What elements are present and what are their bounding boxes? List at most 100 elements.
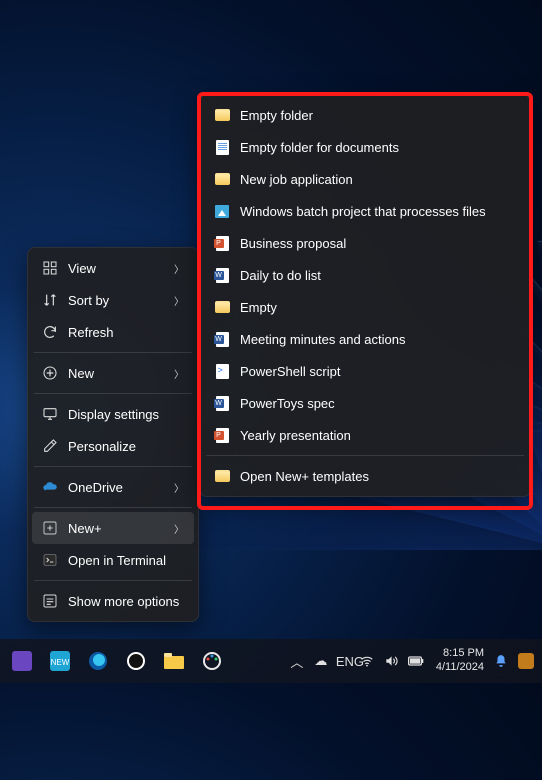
- notifications-icon[interactable]: [494, 654, 512, 668]
- taskbar-app-github[interactable]: [118, 643, 154, 679]
- flyout-item-label: New job application: [240, 172, 516, 187]
- flyout-item-meeting-minutes-and-actions[interactable]: Meeting minutes and actions: [204, 323, 526, 355]
- menu-item-new-[interactable]: New+ 〉: [32, 512, 194, 544]
- folder-icon: [214, 468, 230, 484]
- img-icon: [214, 203, 230, 219]
- menu-item-label: Sort by: [68, 293, 164, 308]
- sort-icon: [42, 292, 58, 308]
- menu-item-label: Show more options: [68, 594, 184, 609]
- flyout-item-empty-folder-for-documents[interactable]: Empty folder for documents: [204, 131, 526, 163]
- chevron-right-icon: 〉: [174, 521, 184, 536]
- menu-item-label: Open in Terminal: [68, 553, 184, 568]
- svg-text:NEW: NEW: [51, 658, 70, 667]
- flyout-item-label: Empty folder for documents: [240, 140, 516, 155]
- flyout-item-open-new-templates[interactable]: Open New+ templates: [204, 460, 526, 492]
- menu-separator: [206, 455, 524, 456]
- flyout-item-yearly-presentation[interactable]: Yearly presentation: [204, 419, 526, 451]
- clock-time: 8:15 PM: [436, 647, 484, 661]
- menu-separator: [34, 393, 192, 394]
- display-icon: [42, 406, 58, 422]
- menu-item-display-settings[interactable]: Display settings: [32, 398, 194, 430]
- tray-overflow-icon[interactable]: ︿: [288, 652, 306, 671]
- newplus-icon: [42, 520, 58, 536]
- menu-item-show-more-options[interactable]: Show more options: [32, 585, 194, 617]
- menu-item-label: New: [68, 366, 164, 381]
- word-icon: [214, 395, 230, 411]
- taskbar-app-1[interactable]: [4, 643, 40, 679]
- menu-item-sort-by[interactable]: Sort by 〉: [32, 284, 194, 316]
- folder-icon: [214, 107, 230, 123]
- tray-wifi-icon[interactable]: [360, 654, 378, 668]
- new-icon: [42, 365, 58, 381]
- chevron-right-icon: 〉: [174, 293, 184, 308]
- newplus-flyout: Empty folder Empty folder for documents Ne…: [199, 94, 531, 497]
- flyout-item-label: PowerToys spec: [240, 396, 516, 411]
- taskbar: NEW ︿ ☁ ENG 8:15 PM 4/11/2024: [0, 639, 542, 683]
- flyout-item-label: Empty folder: [240, 108, 516, 123]
- flyout-item-new-job-application[interactable]: New job application: [204, 163, 526, 195]
- desktop-context-menu: View 〉 Sort by 〉 Refresh New 〉 Display settings…: [27, 247, 199, 622]
- flyout-item-label: Business proposal: [240, 236, 516, 251]
- chevron-right-icon: 〉: [174, 261, 184, 276]
- menu-separator: [34, 507, 192, 508]
- flyout-item-label: Yearly presentation: [240, 428, 516, 443]
- taskbar-pinned-apps: NEW: [0, 643, 230, 679]
- terminal-icon: [42, 552, 58, 568]
- flyout-item-label: Empty: [240, 300, 516, 315]
- ppt-icon: [214, 235, 230, 251]
- menu-separator: [34, 580, 192, 581]
- flyout-item-powershell-script[interactable]: PowerShell script: [204, 355, 526, 387]
- folder-icon: [214, 171, 230, 187]
- flyout-item-powertoys-spec[interactable]: PowerToys spec: [204, 387, 526, 419]
- tray-language[interactable]: ENG: [336, 654, 354, 669]
- wdoc-icon: [214, 139, 230, 155]
- menu-separator: [34, 466, 192, 467]
- word-icon: [214, 331, 230, 347]
- menu-item-label: View: [68, 261, 164, 276]
- menu-item-onedrive[interactable]: OneDrive 〉: [32, 471, 194, 503]
- ps-icon: [214, 363, 230, 379]
- word-icon: [214, 267, 230, 283]
- menu-item-view[interactable]: View 〉: [32, 252, 194, 284]
- flyout-item-label: Windows batch project that processes fil…: [240, 204, 516, 219]
- taskbar-app-explorer[interactable]: [156, 643, 192, 679]
- flyout-item-business-proposal[interactable]: Business proposal: [204, 227, 526, 259]
- flyout-item-label: Meeting minutes and actions: [240, 332, 516, 347]
- flyout-item-windows-batch-project-that-processes-files[interactable]: Windows batch project that processes fil…: [204, 195, 526, 227]
- flyout-item-empty[interactable]: Empty: [204, 291, 526, 323]
- menu-item-label: OneDrive: [68, 480, 164, 495]
- taskbar-clock[interactable]: 8:15 PM 4/11/2024: [432, 647, 488, 675]
- flyout-item-label: Daily to do list: [240, 268, 516, 283]
- system-tray: ︿ ☁ ENG 8:15 PM 4/11/2024: [288, 647, 542, 675]
- more-icon: [42, 593, 58, 609]
- menu-item-personalize[interactable]: Personalize: [32, 430, 194, 462]
- ppt-icon: [214, 427, 230, 443]
- flyout-item-daily-to-do-list[interactable]: Daily to do list: [204, 259, 526, 291]
- tray-extra-icon[interactable]: [518, 653, 536, 669]
- taskbar-app-edge[interactable]: [80, 643, 116, 679]
- menu-item-label: New+: [68, 521, 164, 536]
- menu-item-refresh[interactable]: Refresh: [32, 316, 194, 348]
- chevron-right-icon: 〉: [174, 480, 184, 495]
- refresh-icon: [42, 324, 58, 340]
- tray-volume-icon[interactable]: [384, 654, 402, 668]
- taskbar-app-2[interactable]: NEW: [42, 643, 78, 679]
- tray-battery-icon[interactable]: [408, 656, 426, 666]
- flyout-item-empty-folder[interactable]: Empty folder: [204, 99, 526, 131]
- personalize-icon: [42, 438, 58, 454]
- flyout-item-label: PowerShell script: [240, 364, 516, 379]
- taskbar-app-paint[interactable]: [194, 643, 230, 679]
- tray-weather-icon[interactable]: ☁: [312, 653, 330, 669]
- onedrive-icon: [42, 479, 58, 495]
- menu-item-new[interactable]: New 〉: [32, 357, 194, 389]
- menu-item-open-in-terminal[interactable]: Open in Terminal: [32, 544, 194, 576]
- view-icon: [42, 260, 58, 276]
- menu-separator: [34, 352, 192, 353]
- chevron-right-icon: 〉: [174, 366, 184, 381]
- menu-item-label: Personalize: [68, 439, 184, 454]
- clock-date: 4/11/2024: [436, 661, 484, 675]
- folder-icon: [214, 299, 230, 315]
- flyout-item-label: Open New+ templates: [240, 469, 516, 484]
- menu-item-label: Display settings: [68, 407, 184, 422]
- menu-item-label: Refresh: [68, 325, 184, 340]
